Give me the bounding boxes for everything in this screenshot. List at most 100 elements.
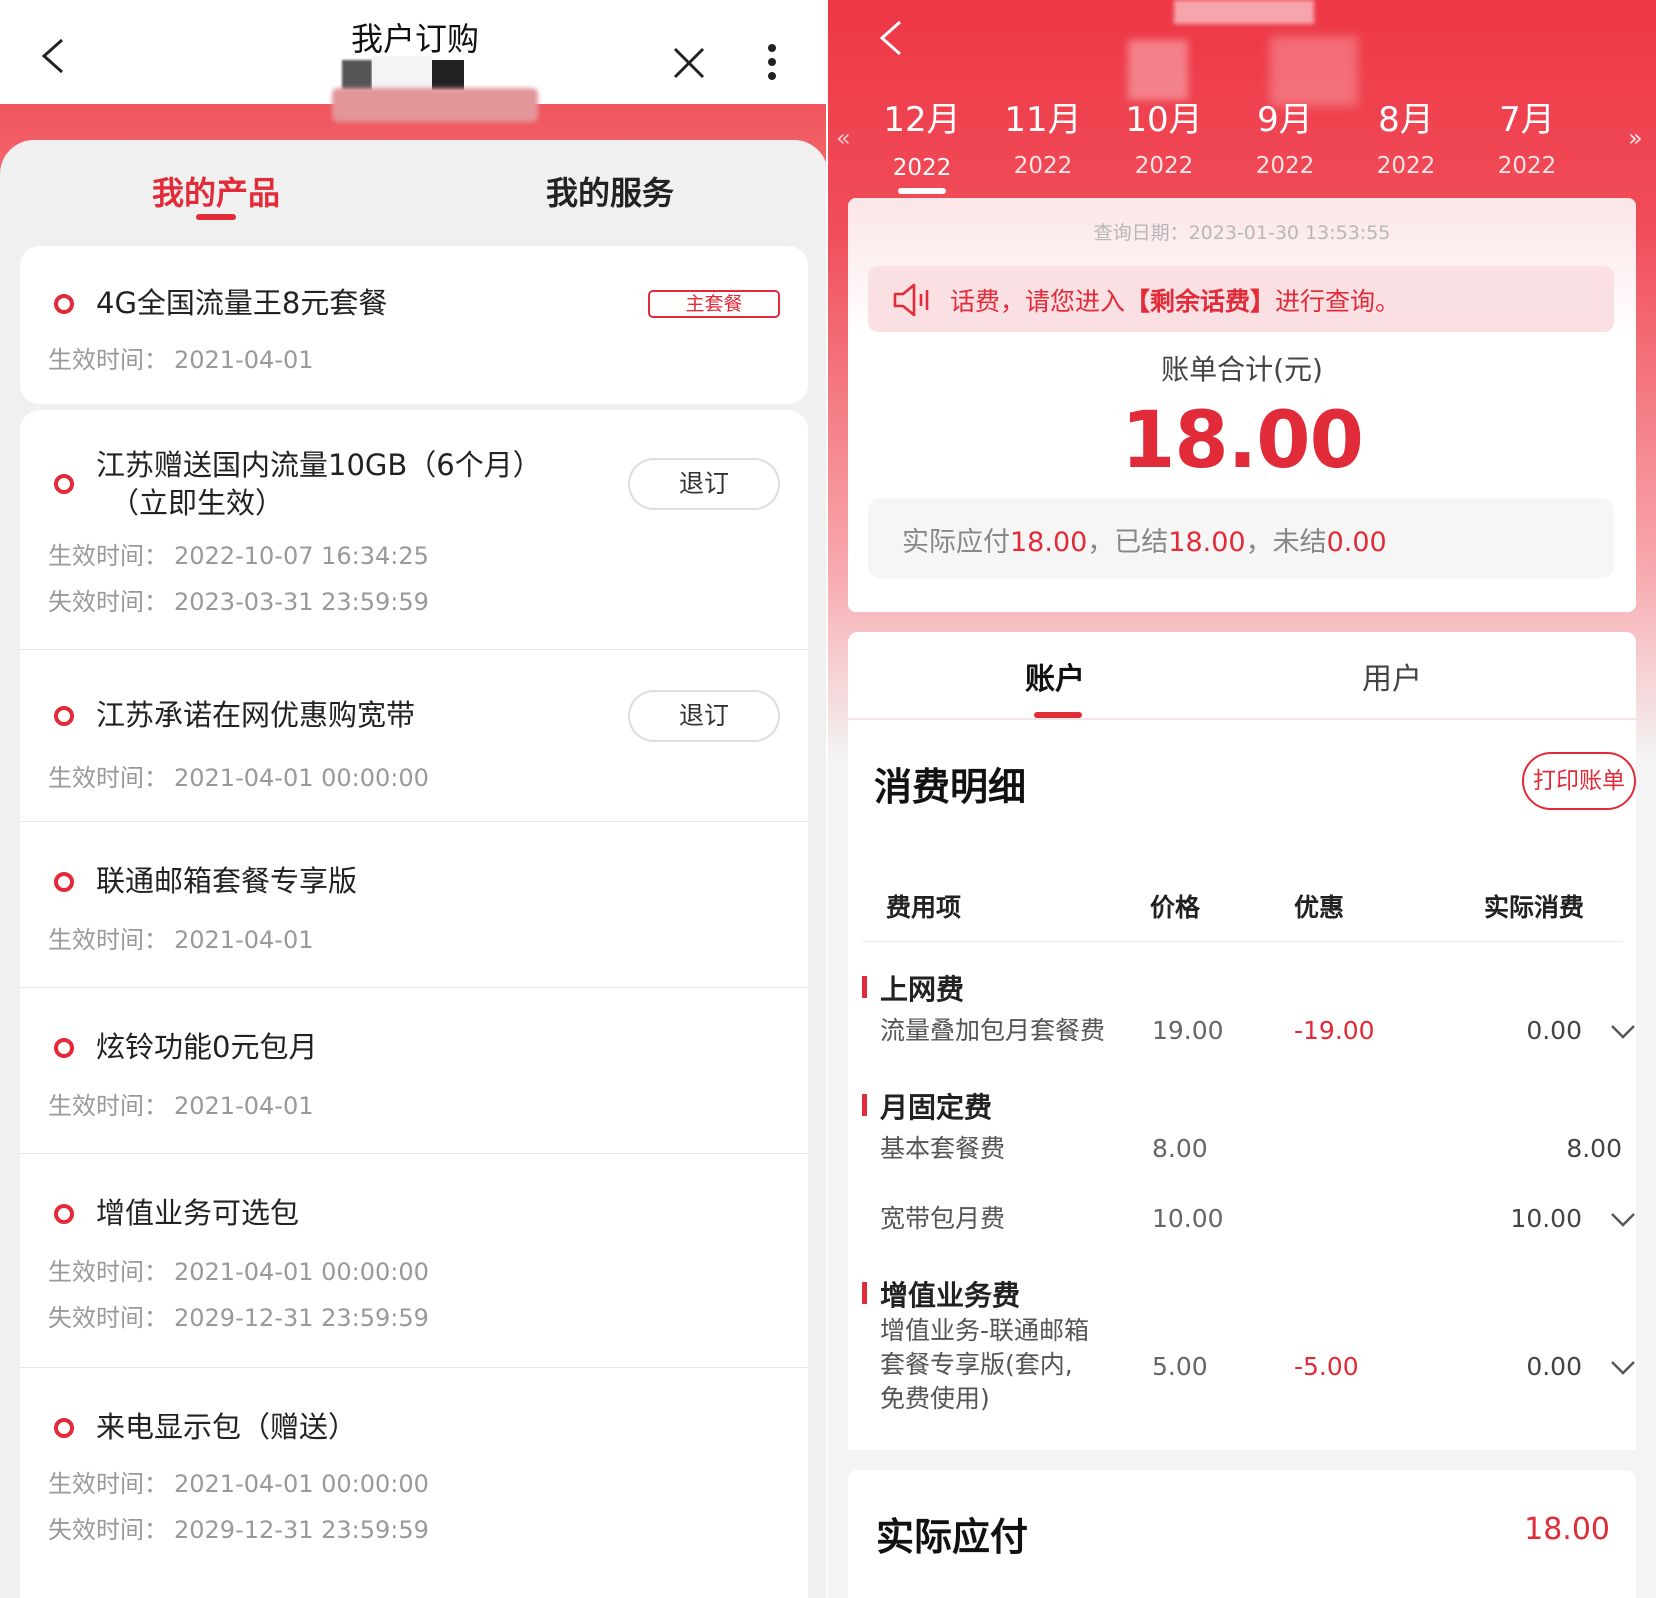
effective-time: 生效时间： 2021-04-01: [48, 926, 314, 954]
product-item: 江苏赠送国内流量10GB（6个月） （立即生效） 退订 生效时间： 2022-10…: [20, 410, 808, 650]
effective-time: 生效时间： 2021-04-01: [48, 1092, 314, 1120]
product-name: 炫铃功能0元包月: [96, 1030, 318, 1064]
bill-total-label: 账单合计(元): [1161, 353, 1323, 386]
effective-time: 生效时间： 2022-10-07 16:34:25: [48, 542, 429, 570]
month-tab-9[interactable]: 9月 2022: [1235, 92, 1335, 179]
col-price: 价格: [1150, 893, 1201, 922]
month-tab-12[interactable]: 12月 2022: [872, 92, 972, 194]
month-tab-8[interactable]: 8月 2022: [1356, 92, 1456, 179]
section-title: 消费明细: [874, 765, 1027, 809]
speaker-icon: [893, 283, 929, 317]
bill-summary-card: 查询日期：2023-01-30 13:53:55 话费，请您进入【剩余话费】进行…: [848, 198, 1636, 612]
product-item: 来电显示包（赠送） 生效时间： 2021-04-01 00:00:00 失效时间：…: [20, 1368, 808, 1588]
bullet-icon: [54, 1038, 74, 1058]
expire-time: 失效时间： 2029-12-31 23:59:59: [48, 1516, 429, 1544]
effective-time: 生效时间： 2021-04-01 00:00:00: [48, 764, 429, 792]
fee-item: 流量叠加包月套餐费: [880, 1016, 1106, 1045]
actual-payable-value: 18.00: [1524, 1512, 1610, 1547]
product-list: 江苏赠送国内流量10GB（6个月） （立即生效） 退订 生效时间： 2022-10…: [20, 410, 808, 1598]
bill-screen: « 12月 2022 11月 2022 10月 2022 9月 2022 8月 2022 …: [828, 0, 1656, 1598]
unsubscribe-button[interactable]: 退订: [628, 458, 780, 510]
fee-actual: 0.00: [1526, 1352, 1582, 1381]
tab-my-services[interactable]: 我的服务: [546, 168, 674, 214]
active-tab-indicator: [196, 214, 236, 220]
query-date: 查询日期：2023-01-30 13:53:55: [1093, 222, 1391, 244]
expire-time: 失效时间： 2029-12-31 23:59:59: [48, 1304, 429, 1332]
fee-price: 19.00: [1152, 1016, 1224, 1045]
chevron-down-icon[interactable]: [1610, 1024, 1636, 1040]
tab-my-products[interactable]: 我的产品: [152, 168, 280, 214]
actual-payable-card: 实际应付 18.00: [848, 1470, 1636, 1598]
bill-total-amount: 18.00: [1121, 396, 1364, 486]
tab-user[interactable]: 用户: [1222, 654, 1562, 698]
month-tab-7[interactable]: 7月 2022: [1477, 92, 1577, 179]
scroll-left-icon[interactable]: «: [836, 124, 851, 152]
fee-group-monthly-fixed: 月固定费: [862, 1086, 992, 1126]
chevron-down-icon[interactable]: [1610, 1212, 1636, 1228]
fee-actual: 10.00: [1510, 1204, 1582, 1233]
product-name: 增值业务可选包: [96, 1196, 300, 1230]
notice-text: 话费，请您进入【剩余话费】进行查询。: [950, 287, 1401, 316]
effective-time: 生效时间： 2021-04-01: [48, 346, 314, 374]
masked-title: [1174, 0, 1314, 24]
product-name: 来电显示包（赠送）: [96, 1410, 358, 1444]
more-icon[interactable]: [766, 42, 778, 82]
notice-bar[interactable]: 话费，请您进入【剩余话费】进行查询。: [868, 266, 1614, 332]
fee-item: 基本套餐费: [880, 1134, 1006, 1163]
main-plan-badge: 主套餐: [648, 290, 780, 318]
col-actual: 实际消费: [1484, 893, 1585, 922]
page-title: 我户订购: [350, 20, 479, 58]
back-icon[interactable]: [876, 18, 906, 58]
masked-info: [332, 88, 538, 122]
content-panel: 我的产品 我的服务 4G全国流量王8元套餐 主套餐 生效时间： 2021-04-0…: [0, 140, 828, 1598]
my-orders-screen: 我户订购 我的产品 我的服务 4G全国流量王8元套餐 主套餐 生效时间： 2021…: [0, 0, 828, 1598]
fee-discount: -19.00: [1294, 1016, 1375, 1045]
consumption-detail: 消费明细 打印账单 费用项 价格 优惠 实际消费 上网费 流量叠加包月套餐费 1…: [848, 720, 1636, 1450]
close-icon[interactable]: [672, 46, 706, 80]
bullet-icon: [54, 872, 74, 892]
expire-time: 失效时间： 2023-03-31 23:59:59: [48, 588, 429, 616]
chevron-down-icon[interactable]: [1610, 1360, 1636, 1376]
table-header: 费用项 价格 优惠 实际消费: [862, 888, 1622, 942]
product-item: 炫铃功能0元包月 生效时间： 2021-04-01: [20, 988, 808, 1154]
col-discount: 优惠: [1294, 893, 1345, 922]
fee-actual: 0.00: [1526, 1016, 1582, 1045]
fee-price: 5.00: [1152, 1352, 1208, 1381]
product-item: 联通邮箱套餐专享版 生效时间： 2021-04-01: [20, 822, 808, 988]
month-tab-11[interactable]: 11月 2022: [993, 92, 1093, 179]
fee-item: 增值业务-联通邮箱 套餐专享版(套内, 免费使用): [880, 1316, 1090, 1413]
scroll-right-icon[interactable]: »: [1628, 124, 1643, 152]
product-name: 江苏承诺在网优惠购宽带: [96, 698, 416, 732]
bullet-icon: [54, 474, 74, 494]
month-tab-10[interactable]: 10月 2022: [1114, 92, 1214, 179]
bullet-icon: [54, 294, 74, 314]
fee-discount: -5.00: [1294, 1352, 1359, 1381]
bullet-icon: [54, 706, 74, 726]
account-user-tabs: 账户 用户: [848, 632, 1636, 718]
fee-item: 宽带包月费: [880, 1204, 1006, 1233]
fee-price: 8.00: [1152, 1134, 1208, 1163]
print-bill-button[interactable]: 打印账单: [1522, 752, 1636, 810]
col-item: 费用项: [886, 893, 962, 922]
product-name-line2: （立即生效）: [110, 486, 285, 520]
unsubscribe-button[interactable]: 退订: [628, 690, 780, 742]
fee-group-internet: 上网费: [862, 968, 964, 1008]
masked-area: [1128, 40, 1188, 100]
actual-payable-label: 实际应付: [876, 1515, 1029, 1559]
back-icon[interactable]: [36, 36, 70, 76]
tab-bar: 我的产品 我的服务: [0, 140, 828, 240]
fee-actual: 8.00: [1566, 1134, 1622, 1163]
tab-account[interactable]: 账户: [848, 654, 1262, 698]
bullet-icon: [54, 1418, 74, 1438]
screenshot-root: 我户订购 我的产品 我的服务 4G全国流量王8元套餐 主套餐 生效时间： 2021…: [0, 0, 1656, 1598]
product-item: 增值业务可选包 生效时间： 2021-04-01 00:00:00 失效时间： 20…: [20, 1154, 808, 1368]
masked-phone-number: [332, 56, 472, 90]
product-name: 4G全国流量王8元套餐: [96, 286, 388, 320]
bullet-icon: [54, 1204, 74, 1224]
active-tab-indicator: [1034, 712, 1082, 718]
product-item: 江苏承诺在网优惠购宽带 退订 生效时间： 2021-04-01 00:00:00: [20, 650, 808, 822]
fee-group-value-added: 增值业务费: [862, 1274, 1020, 1314]
product-card-main[interactable]: 4G全国流量王8元套餐 主套餐 生效时间： 2021-04-01: [20, 246, 808, 404]
product-name: 联通邮箱套餐专享版: [96, 864, 358, 898]
fee-price: 10.00: [1152, 1204, 1224, 1233]
